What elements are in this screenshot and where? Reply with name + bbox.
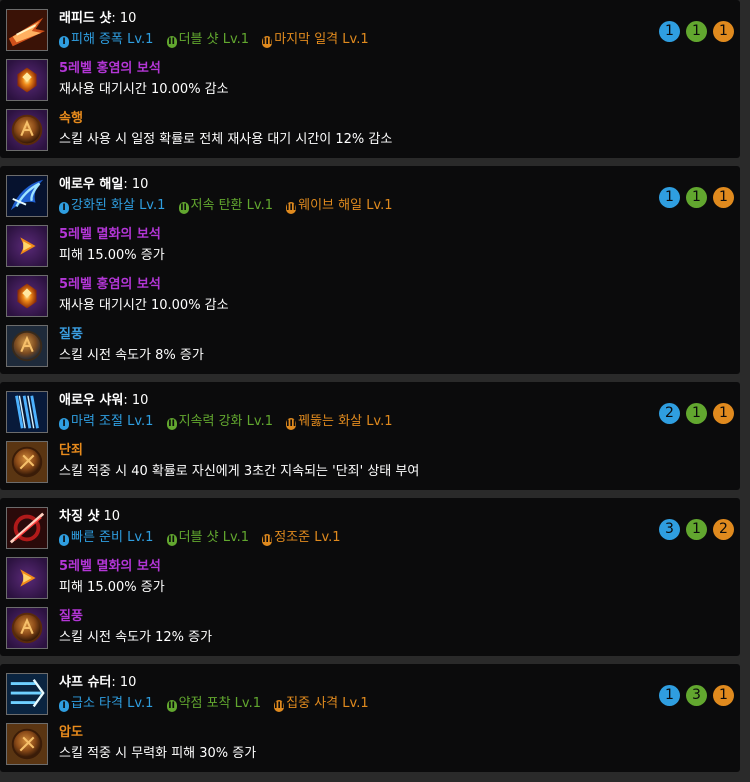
gem-effect: 피해 15.00% 증가: [59, 248, 165, 263]
tripod-level-2: 3: [686, 685, 707, 706]
gem-title: 5레벨 홍염의 보석: [59, 277, 161, 292]
tripod-level-3: 1: [713, 403, 734, 424]
skill-name: 차징 샷: [59, 509, 100, 524]
rune-title: 속행: [59, 111, 83, 126]
sharp-shooter-skill-icon: [6, 673, 48, 715]
skill-card: 래피드 샷: 10 I 피해 증폭 Lv.1 II 더블 샷 Lv.1 III 마지막…: [0, 0, 740, 158]
tripod-1: I 마력 조절 Lv.1: [59, 413, 153, 431]
rune-icon: [6, 607, 48, 649]
tripod-2: II 약점 포착 Lv.1: [166, 696, 262, 712]
tripod-tier-1-icon: I: [59, 418, 69, 430]
tripod-tier-3-icon: III: [286, 202, 297, 214]
tripod-level-1: 1: [659, 21, 680, 42]
red-gem-icon: [6, 59, 48, 101]
rune-title: 질풍: [59, 327, 83, 342]
charging-shot-skill-icon: [6, 507, 48, 549]
tripod-tier-2-icon: II: [166, 418, 177, 430]
rune-title: 질풍: [59, 609, 83, 624]
tripod-tier-2-icon: II: [166, 36, 177, 48]
tripod-tier-1-icon: I: [59, 534, 69, 546]
tripod-levels: 131: [653, 684, 734, 706]
tripod-tier-1-icon: I: [59, 202, 69, 214]
tripod-levels: 312: [653, 518, 734, 540]
tripod-3: III 집중 사격 Lv.1: [274, 696, 369, 712]
tripod-level-2: 1: [686, 187, 707, 208]
skill-card: 차징 샷 10 I 빠른 준비 Lv.1 II 더블 샷 Lv.1 III 정조준 L…: [0, 498, 740, 656]
rapid-shot-skill-icon: [6, 9, 48, 51]
tripod-tier-3-icon: III: [262, 534, 273, 546]
skill-level: : 10: [111, 675, 137, 690]
gem-effect: 재사용 대기시간 10.00% 감소: [59, 298, 229, 313]
rune-icon: [6, 325, 48, 367]
purple-gem-icon: [6, 225, 48, 267]
rune-effect: 스킬 적중 시 무력화 피해 30% 증가: [59, 746, 257, 761]
skill-level: 10: [99, 509, 121, 524]
tripod-2: II 지속력 강화 Lv.1: [166, 414, 273, 430]
skill-card: 애로우 샤워: 10 I 마력 조절 Lv.1 II 지속력 강화 Lv.1 III…: [0, 382, 740, 490]
rune-icon: [6, 109, 48, 151]
tripod-level-1: 2: [659, 403, 680, 424]
tripod-level-1: 1: [659, 187, 680, 208]
tripod-levels: 111: [653, 186, 734, 208]
skill-level: : 10: [111, 11, 137, 26]
tripod-tier-3-icon: III: [262, 36, 273, 48]
tripod-level-3: 1: [713, 21, 734, 42]
tripod-tier-2-icon: II: [166, 700, 177, 712]
tripod-tier-3-icon: III: [286, 418, 297, 430]
tripod-1: I 빠른 준비 Lv.1: [59, 529, 153, 547]
skill-level: : 10: [123, 177, 149, 192]
rune-effect: 스킬 사용 시 일정 확률로 전체 재사용 대기 시간이 12% 감소: [59, 132, 393, 147]
arrow-shower-skill-icon: [6, 391, 48, 433]
purple-gem-icon: [6, 557, 48, 599]
tripod-level-1: 3: [659, 519, 680, 540]
gem-effect: 재사용 대기시간 10.00% 감소: [59, 82, 229, 97]
rune-title: 압도: [59, 725, 83, 740]
tripod-1: I 피해 증폭 Lv.1: [59, 31, 153, 49]
tripod-tier-1-icon: I: [59, 700, 69, 712]
skill-card: 샤프 슈터: 10 I 급소 타격 Lv.1 II 약점 포착 Lv.1 III 집중…: [0, 664, 740, 772]
gem-title: 5레벨 멸화의 보석: [59, 227, 161, 242]
tripod-3: III 웨이브 해일 Lv.1: [286, 198, 393, 214]
skill-card: 애로우 해일: 10 I 강화된 화살 Lv.1 II 저속 탄환 Lv.1 III…: [0, 166, 740, 374]
tripod-level-2: 1: [686, 403, 707, 424]
tripod-levels: 111: [653, 20, 734, 42]
tripod-1: I 강화된 화살 Lv.1: [59, 197, 165, 215]
tripod-3: III 꿰뚫는 화살 Lv.1: [286, 414, 393, 430]
rune-effect: 스킬 적중 시 40 확률로 자신에게 3초간 지속되는 '단죄' 상태 부여: [59, 464, 420, 479]
tripod-tier-1-icon: I: [59, 36, 69, 48]
skill-name: 애로우 해일: [59, 177, 124, 192]
tripod-level-3: 1: [713, 187, 734, 208]
skill-level: : 10: [123, 393, 149, 408]
rune-effect: 스킬 시전 속도가 8% 증가: [59, 348, 204, 363]
tripod-level-2: 1: [686, 21, 707, 42]
gem-title: 5레벨 멸화의 보석: [59, 559, 161, 574]
rune-effect: 스킬 시전 속도가 12% 증가: [59, 630, 213, 645]
gem-title: 5레벨 홍염의 보석: [59, 61, 161, 76]
skill-name: 샤프 슈터: [59, 675, 112, 690]
gem-effect: 피해 15.00% 증가: [59, 580, 165, 595]
tripod-3: III 정조준 Lv.1: [262, 530, 341, 546]
tripod-level-1: 1: [659, 685, 680, 706]
tripod-3: III 마지막 일격 Lv.1: [262, 32, 369, 48]
tripod-2: II 더블 샷 Lv.1: [166, 530, 250, 546]
tripod-2: II 저속 탄환 Lv.1: [178, 198, 273, 214]
tripod-levels: 211: [653, 402, 734, 424]
rune-title: 단죄: [59, 443, 83, 458]
tripod-1: I 급소 타격 Lv.1: [59, 695, 153, 713]
tripod-level-3: 1: [713, 685, 734, 706]
tripod-tier-2-icon: II: [166, 534, 177, 546]
skill-name: 애로우 샤워: [59, 393, 124, 408]
red-gem-icon: [6, 275, 48, 317]
tripod-level-2: 1: [686, 519, 707, 540]
arrow-tsunami-skill-icon: [6, 175, 48, 217]
skill-name: 래피드 샷: [59, 11, 112, 26]
tripod-tier-3-icon: III: [274, 700, 285, 712]
tripod-tier-2-icon: II: [178, 202, 189, 214]
rune-icon: [6, 723, 48, 765]
tripod-level-3: 2: [713, 519, 734, 540]
rune-icon: [6, 441, 48, 483]
tripod-2: II 더블 샷 Lv.1: [166, 32, 250, 48]
